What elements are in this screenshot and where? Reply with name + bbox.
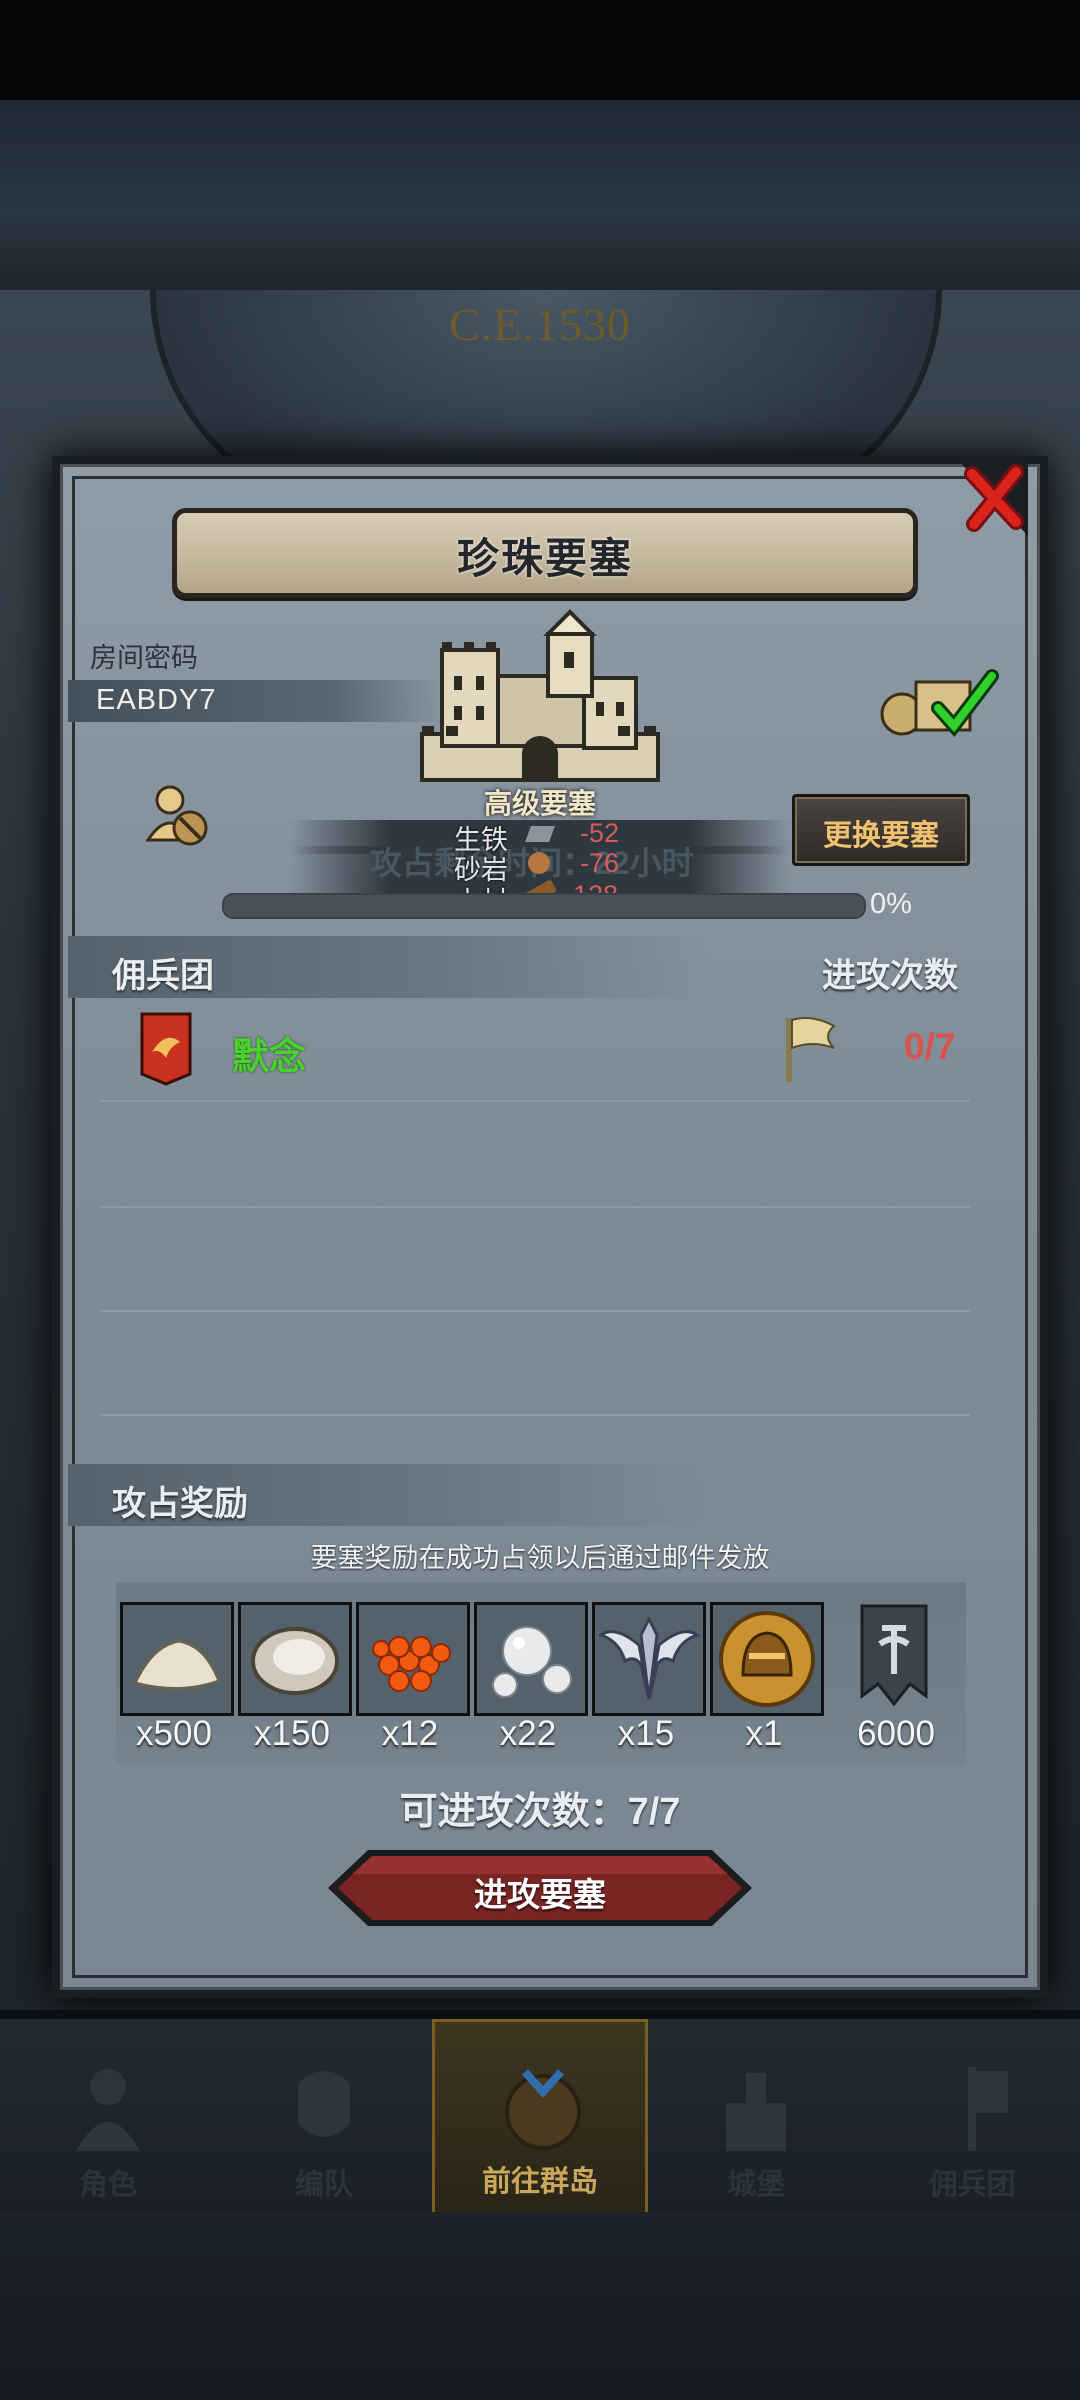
top-status-area xyxy=(0,0,1080,100)
close-icon[interactable] xyxy=(958,460,1028,536)
title-plate: 珍珠要塞 xyxy=(172,508,918,598)
nav-character[interactable]: 角色 xyxy=(0,2019,216,2215)
row-divider xyxy=(100,1100,970,1102)
fish-roe-icon[interactable] xyxy=(356,1602,470,1716)
background-band xyxy=(0,100,1080,290)
sand-pile-icon[interactable] xyxy=(120,1602,234,1716)
nav-label: 城堡 xyxy=(726,2169,785,2201)
reward-qty: 6000 xyxy=(857,1714,935,1753)
reward-qty: x500 xyxy=(136,1714,212,1753)
progress-percent: 0% xyxy=(870,888,912,920)
room-code: EABDY7 xyxy=(96,684,217,716)
bottom-background xyxy=(0,2212,1080,2400)
castle-icon xyxy=(726,2073,786,2151)
nav-go-to-islands[interactable]: 前往群岛 xyxy=(432,2019,648,2215)
reward-qty: x1 xyxy=(745,1714,783,1753)
attack-fortress-label: 进攻要塞 xyxy=(474,1876,606,1913)
mercenary-header: 佣兵团 xyxy=(112,957,214,995)
room-code-label: 房间密码 xyxy=(90,643,198,673)
nav-label: 编队 xyxy=(294,2169,353,2201)
era-label: C.E.1530 xyxy=(449,299,631,350)
guild-banner-icon[interactable] xyxy=(860,1604,928,1708)
compass-icon xyxy=(505,2069,581,2150)
attempts-remaining: 可进攻次数：7/7 xyxy=(399,1791,681,1833)
reward-qty: x15 xyxy=(617,1714,675,1753)
flag-icon xyxy=(786,1017,836,1082)
reward-header: 攻占奖励 xyxy=(112,1485,248,1523)
reward-note: 要塞奖励在成功占领以后通过邮件发放 xyxy=(310,1543,770,1573)
nav-label: 前往群岛 xyxy=(481,2166,598,2198)
formation-icon xyxy=(298,2071,350,2137)
mercenary-icon xyxy=(968,2067,1008,2151)
mercenary-attack-count: 0/7 xyxy=(904,1026,956,1067)
attack-count-header: 进攻次数 xyxy=(822,957,958,995)
resource-value-iron: -52 xyxy=(580,818,620,848)
bottom-nav: 角色 编队 前往群岛 城堡 佣兵团 xyxy=(0,2016,1080,2215)
winged-crest-icon[interactable] xyxy=(592,1602,706,1716)
mercenary-name[interactable]: 默念 xyxy=(232,1026,306,1080)
nav-castle[interactable]: 城堡 xyxy=(648,2019,864,2215)
oyster-icon[interactable] xyxy=(238,1602,352,1716)
reward-qty: x22 xyxy=(499,1714,557,1753)
character-icon xyxy=(76,2069,140,2151)
nav-label: 佣兵团 xyxy=(928,2169,1016,2201)
occupation-progress-bar xyxy=(222,893,866,919)
dialog-title: 珍珠要塞 xyxy=(456,535,633,582)
row-divider xyxy=(100,1414,970,1416)
reward-qty: x12 xyxy=(381,1714,439,1753)
nav-mercenary[interactable]: 佣兵团 xyxy=(864,2019,1080,2215)
supplies-check-icon[interactable] xyxy=(876,668,1000,738)
guild-banner-icon xyxy=(140,1012,192,1086)
change-fortress-button[interactable]: 更换要塞 xyxy=(792,794,970,866)
row-divider xyxy=(100,1310,970,1312)
pearl-icon[interactable] xyxy=(474,1602,588,1716)
reward-qty: x150 xyxy=(254,1714,330,1753)
resource-value-sandstone: -76 xyxy=(580,848,620,878)
row-divider xyxy=(100,1206,970,1208)
nav-label: 角色 xyxy=(78,2169,137,2201)
knight-helmet-coin-icon[interactable] xyxy=(710,1602,824,1716)
change-fortress-label: 更换要塞 xyxy=(822,820,939,852)
nav-formation[interactable]: 编队 xyxy=(216,2019,432,2215)
fortress-icon xyxy=(420,609,660,782)
sandstone-icon xyxy=(528,852,550,874)
